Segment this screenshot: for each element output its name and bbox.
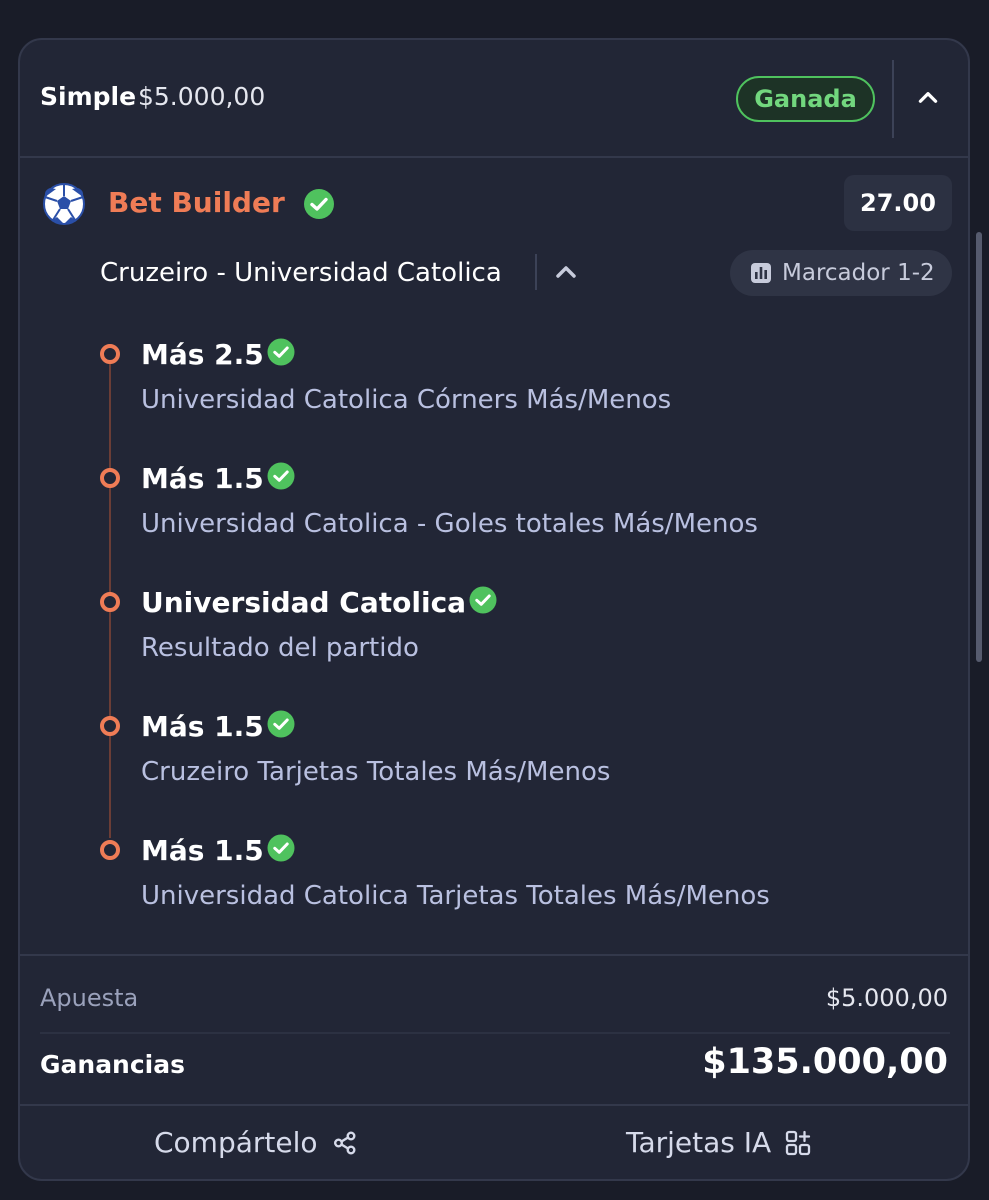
bet-card: Simple $5.000,00 Ganada Bet Builder 27.0…	[18, 38, 970, 1181]
check-circle-icon	[267, 338, 295, 366]
action-bar: Compártelo Tarjetas IA	[20, 1104, 968, 1179]
chevron-up-icon[interactable]	[550, 256, 582, 288]
score-label: Marcador 1-2	[782, 260, 935, 286]
ai-cards-button[interactable]: Tarjetas IA	[626, 1126, 811, 1159]
check-circle-icon	[267, 710, 295, 738]
bet-summary: Apuesta $5.000,00 Ganancias $135.000,00	[20, 954, 968, 1082]
stats-icon	[751, 263, 771, 283]
stake-value: $5.000,00	[825, 984, 948, 1012]
selection-name: Más 2.5	[141, 338, 264, 371]
odds-value: 27.00	[844, 175, 952, 231]
timeline-dot	[100, 592, 120, 612]
timeline-dot	[100, 716, 120, 736]
bet-type: Simple	[40, 82, 137, 111]
selection-name: Universidad Catolica	[141, 586, 467, 619]
selection-market: Resultado del partido	[141, 633, 419, 663]
share-label: Compártelo	[154, 1126, 318, 1159]
share-icon	[333, 1131, 356, 1155]
score-button[interactable]: Marcador 1-2	[730, 250, 952, 296]
chevron-up-icon	[918, 92, 938, 103]
share-button[interactable]: Compártelo	[154, 1126, 358, 1159]
check-circle-icon	[267, 462, 295, 490]
timeline-dot	[100, 344, 120, 364]
selection-market: Universidad Catolica Tarjetas Totales Má…	[141, 881, 770, 911]
grid-add-icon	[786, 1130, 811, 1155]
winnings-value: $135.000,00	[702, 1042, 948, 1082]
selection-market: Cruzeiro Tarjetas Totales Más/Menos	[141, 757, 611, 787]
collapse-button[interactable]	[910, 80, 946, 116]
bet-amount: $5.000,00	[138, 82, 266, 111]
timeline-dot	[100, 840, 120, 860]
scrollbar[interactable]	[976, 232, 982, 662]
selection-name: Más 1.5	[141, 834, 264, 867]
match-title: Cruzeiro - Universidad Catolica	[100, 258, 502, 288]
selection-name: Más 1.5	[141, 462, 264, 495]
status-badge: Ganada	[736, 76, 875, 122]
timeline-dot	[100, 468, 120, 488]
check-circle-icon	[267, 834, 295, 862]
selection-market: Universidad Catolica Córners Más/Menos	[141, 385, 672, 415]
selection-name: Más 1.5	[141, 710, 264, 743]
selection-market: Universidad Catolica - Goles totales Más…	[141, 509, 758, 539]
match-divider	[535, 254, 537, 290]
check-circle-icon	[304, 189, 334, 219]
summary-divider	[40, 1032, 950, 1034]
winnings-label: Ganancias	[40, 1050, 185, 1079]
bet-header[interactable]: Simple $5.000,00 Ganada	[20, 40, 968, 158]
header-divider	[892, 60, 894, 138]
bet-builder-title: Bet Builder	[108, 186, 285, 219]
stake-label: Apuesta	[40, 984, 139, 1012]
soccer-ball-icon	[43, 183, 85, 225]
check-circle-icon	[469, 586, 497, 614]
ai-cards-label: Tarjetas IA	[626, 1126, 772, 1159]
